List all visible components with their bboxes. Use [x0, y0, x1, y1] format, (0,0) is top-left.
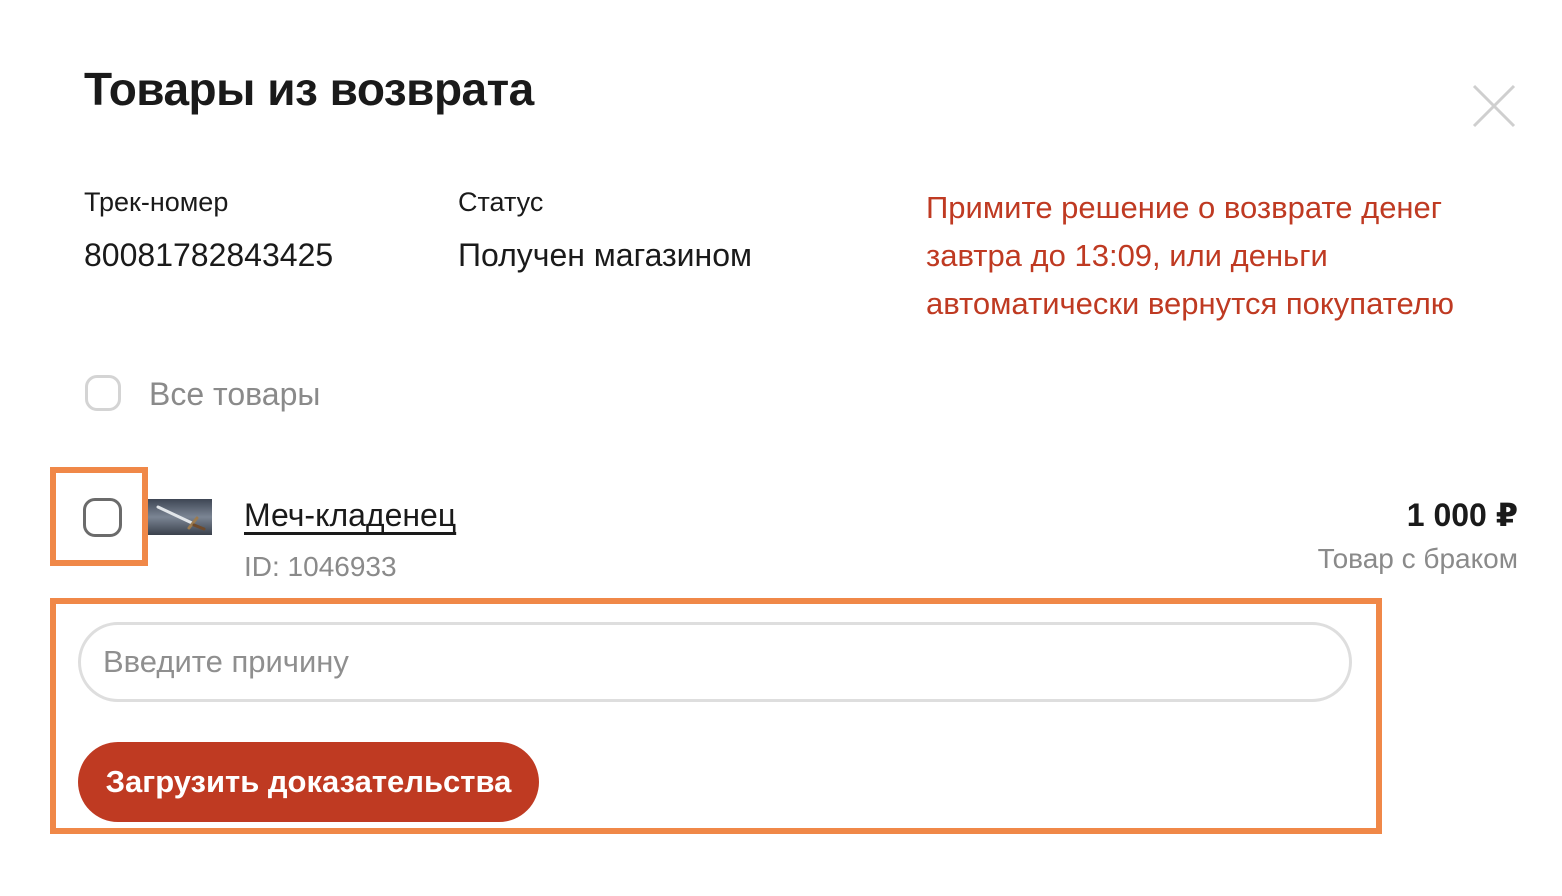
close-button[interactable] [1468, 80, 1520, 132]
reason-input[interactable] [78, 622, 1352, 702]
track-number-label: Трек-номер [84, 187, 229, 217]
status-value: Получен магазином [458, 237, 753, 273]
status-label: Статус [458, 187, 544, 217]
product-name-link[interactable]: Меч-кладенец [244, 496, 456, 534]
select-all-checkbox[interactable] [85, 375, 121, 411]
modal-title: Товары из возврата [84, 63, 534, 115]
upload-evidence-button[interactable]: Загрузить доказательства [78, 742, 539, 822]
track-number-value: 80081782843425 [84, 237, 334, 273]
product-checkbox[interactable] [83, 498, 122, 537]
refund-deadline-notice: Примите решение о возврате денег завтра … [926, 190, 1455, 321]
product-condition: Товар с браком [1317, 543, 1518, 574]
product-id: ID: 1046933 [244, 551, 397, 582]
close-icon [1472, 84, 1516, 128]
sword-image [156, 505, 206, 531]
product-thumbnail [148, 499, 212, 535]
product-price: 1 000 ₽ [1406, 497, 1518, 533]
select-all-label[interactable]: Все товары [149, 375, 320, 413]
